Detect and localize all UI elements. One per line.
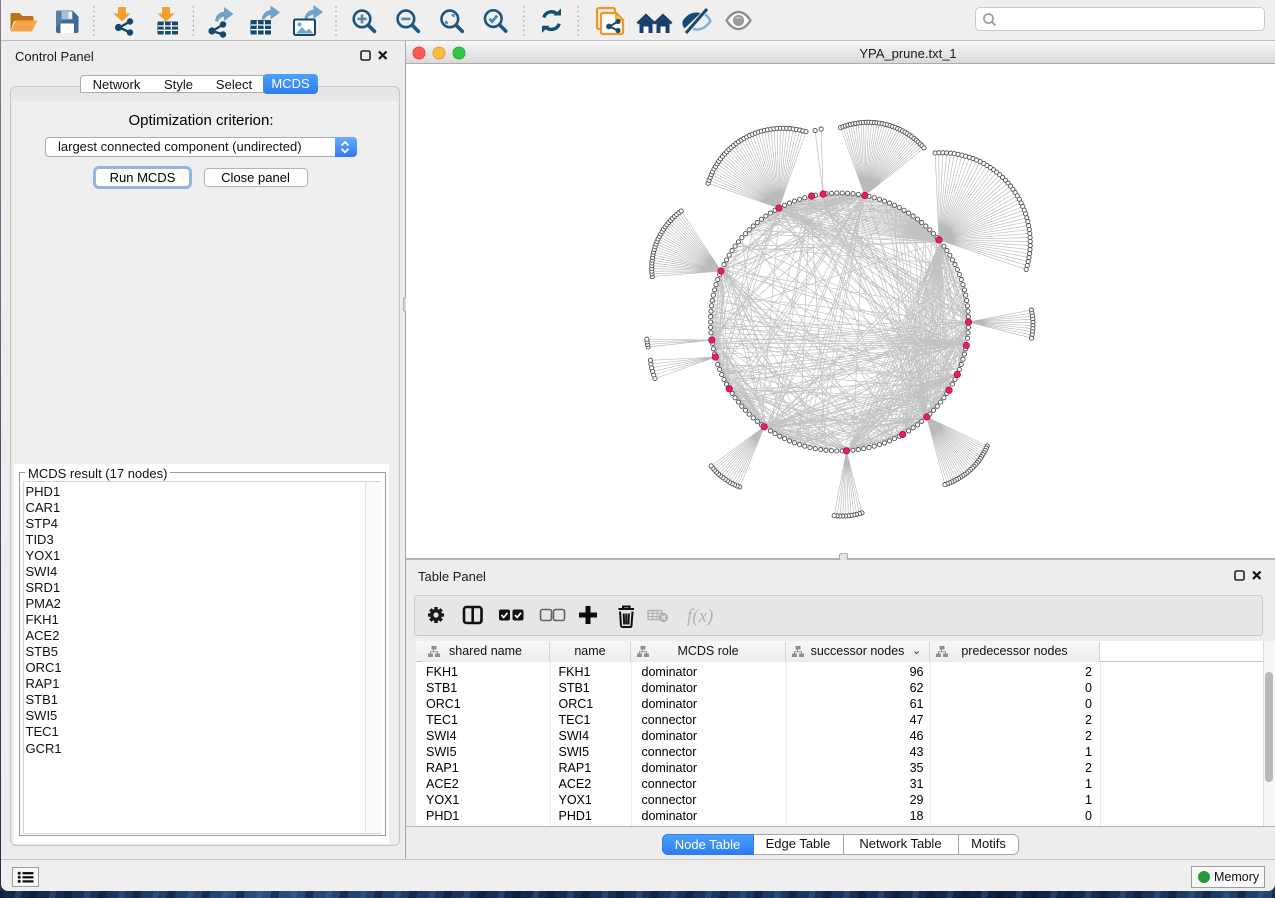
- svg-text:f(x): f(x): [687, 606, 713, 627]
